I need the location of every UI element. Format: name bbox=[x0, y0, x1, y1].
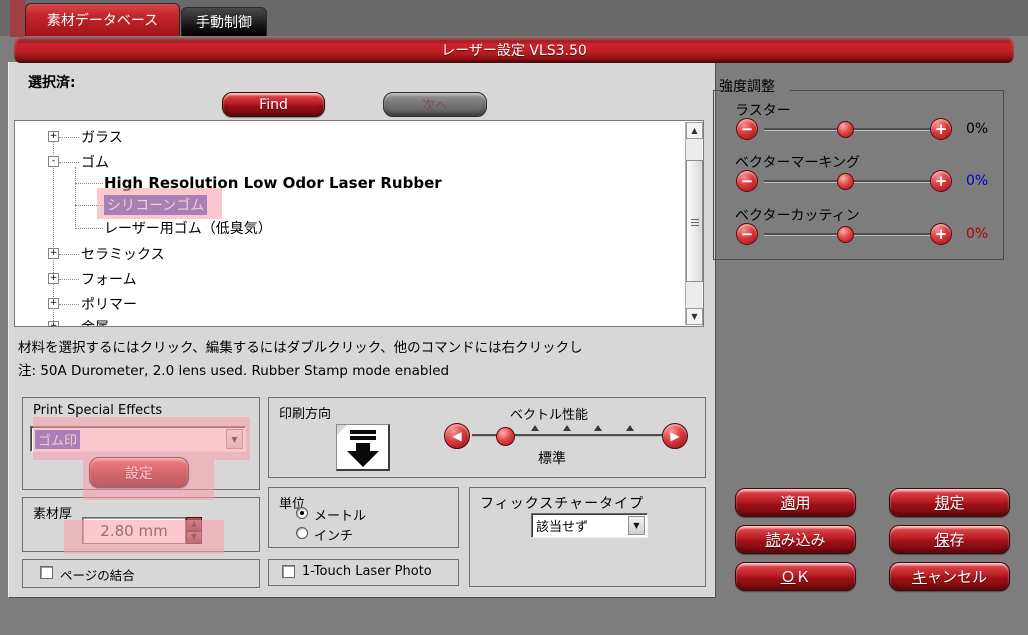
slider-tick bbox=[563, 425, 571, 431]
vector-perf-thumb[interactable] bbox=[496, 427, 515, 446]
unit-metric-label: メートル bbox=[314, 505, 366, 524]
groupbox-border bbox=[790, 90, 1004, 91]
find-button[interactable]: Find bbox=[222, 92, 325, 117]
slider-tick bbox=[626, 425, 634, 431]
red-edge-decor bbox=[10, 0, 25, 37]
scrollbar-thumb[interactable] bbox=[686, 160, 703, 282]
annotation-highlight-dropdown bbox=[33, 417, 250, 460]
tree-connector bbox=[75, 228, 103, 229]
raster-plus-button[interactable]: + bbox=[930, 118, 952, 140]
slider-tick bbox=[594, 425, 602, 431]
next-button[interactable]: 次へ bbox=[383, 92, 487, 117]
tree-item-rubber[interactable]: - ゴム bbox=[15, 152, 675, 172]
dialog-title: レーザー設定 VLS3.50 bbox=[14, 37, 1014, 63]
collapse-icon[interactable]: - bbox=[48, 156, 59, 167]
unit-inch-radio[interactable] bbox=[296, 527, 308, 539]
ok-button[interactable]: ＯＫ bbox=[735, 562, 856, 591]
fixture-title: フィックスチャータイプ bbox=[480, 493, 644, 513]
vector-cutting-value: 0% bbox=[966, 226, 988, 242]
tree-item-metal[interactable]: + 金属 bbox=[15, 317, 675, 327]
print-direction-icon[interactable] bbox=[336, 424, 390, 471]
vector-cutting-minus-button[interactable]: − bbox=[736, 223, 758, 245]
tree-scrollbar[interactable]: ▲ ▼ bbox=[685, 122, 702, 325]
fixture-dropdown[interactable]: 該当せず ▼ bbox=[531, 513, 648, 538]
cancel-button[interactable]: キャンセル bbox=[889, 562, 1010, 591]
vector-cutting-label: ベクターカッティン bbox=[735, 205, 860, 225]
scroll-down-icon[interactable]: ▼ bbox=[686, 308, 703, 325]
tree-item-ceramics[interactable]: + セラミックス bbox=[15, 244, 675, 264]
vector-cutting-plus-button[interactable]: + bbox=[930, 223, 952, 245]
one-touch-checkbox[interactable] bbox=[282, 565, 295, 578]
unit-inch-label: インチ bbox=[314, 525, 353, 544]
tab-material-database[interactable]: 素材データベース bbox=[25, 3, 180, 36]
raster-slider-thumb[interactable] bbox=[837, 121, 854, 138]
vector-perf-value: 標準 bbox=[538, 448, 566, 468]
expand-icon[interactable]: + bbox=[48, 131, 59, 142]
scroll-up-icon[interactable]: ▲ bbox=[686, 122, 703, 139]
material-tree[interactable]: + ガラス - ゴム High Resolution Low Odor Lase… bbox=[14, 120, 704, 327]
note-text: 注: 50A Durometer, 2.0 lens used. Rubber … bbox=[18, 359, 718, 379]
tree-item-laser-rubber[interactable]: レーザー用ゴム（低臭気） bbox=[15, 218, 675, 238]
hint-text: 材料を選択するにはクリック、編集するにはダブルクリック、他のコマンドには右クリッ… bbox=[18, 336, 718, 356]
merge-pages-label: ページの結合 bbox=[60, 565, 135, 584]
default-button[interactable]: 規定 bbox=[889, 488, 1010, 517]
dropdown-arrow-icon[interactable]: ▼ bbox=[628, 516, 645, 535]
laser-settings-window: 素材データベース 手動制御 レーザー設定 VLS3.50 選択済: Find 次… bbox=[0, 0, 1028, 635]
groupbox-border bbox=[713, 90, 725, 91]
vector-marking-label: ベクターマーキング bbox=[735, 152, 860, 172]
annotation-highlight-silicone bbox=[97, 188, 222, 219]
vector-marking-plus-button[interactable]: + bbox=[930, 170, 952, 192]
vector-cutting-slider-thumb[interactable] bbox=[837, 226, 854, 243]
selected-label: 選択済: bbox=[28, 72, 76, 92]
annotation-highlight-settings bbox=[83, 460, 214, 500]
expand-icon[interactable]: + bbox=[48, 248, 59, 259]
vector-marking-minus-button[interactable]: − bbox=[736, 170, 758, 192]
vector-perf-right-button[interactable]: ▶ bbox=[662, 423, 688, 449]
raster-minus-button[interactable]: − bbox=[736, 118, 758, 140]
vector-marking-slider-thumb[interactable] bbox=[837, 173, 854, 190]
tree-item-polymer[interactable]: + ポリマー bbox=[15, 294, 675, 314]
print-direction-group: 印刷方向 bbox=[268, 397, 706, 478]
merge-pages-group bbox=[22, 559, 260, 588]
raster-value: 0% bbox=[966, 121, 988, 137]
expand-icon[interactable]: + bbox=[48, 273, 59, 284]
unit-metric-radio[interactable] bbox=[296, 507, 308, 519]
tree-connector bbox=[59, 279, 79, 280]
tree-connector bbox=[59, 254, 79, 255]
tree-connector bbox=[75, 183, 103, 184]
tree-connector bbox=[59, 137, 79, 138]
tree-connector bbox=[59, 162, 79, 163]
tree-item-foam[interactable]: + フォーム bbox=[15, 269, 675, 289]
annotation-highlight-thickness bbox=[64, 520, 224, 554]
vector-marking-value: 0% bbox=[966, 173, 988, 189]
slider-tick bbox=[531, 425, 539, 431]
tab-manual-control[interactable]: 手動制御 bbox=[181, 7, 267, 36]
raster-label: ラスター bbox=[735, 100, 791, 120]
tree-connector bbox=[59, 304, 79, 305]
print-direction-title: 印刷方向 bbox=[279, 403, 331, 422]
load-button[interactable]: 読み込み bbox=[735, 525, 856, 554]
print-effects-title: Print Special Effects bbox=[33, 403, 162, 418]
expand-icon[interactable]: + bbox=[48, 321, 59, 327]
save-button[interactable]: 保存 bbox=[889, 525, 1010, 554]
one-touch-label: 1-Touch Laser Photo bbox=[302, 564, 432, 579]
expand-icon[interactable]: + bbox=[48, 298, 59, 309]
vector-perf-left-button[interactable]: ◀ bbox=[444, 423, 470, 449]
tree-item-glass[interactable]: + ガラス bbox=[15, 127, 675, 147]
vector-perf-title: ベクトル性能 bbox=[510, 404, 588, 423]
merge-pages-checkbox[interactable] bbox=[40, 566, 53, 579]
apply-button[interactable]: 適用 bbox=[735, 488, 856, 517]
